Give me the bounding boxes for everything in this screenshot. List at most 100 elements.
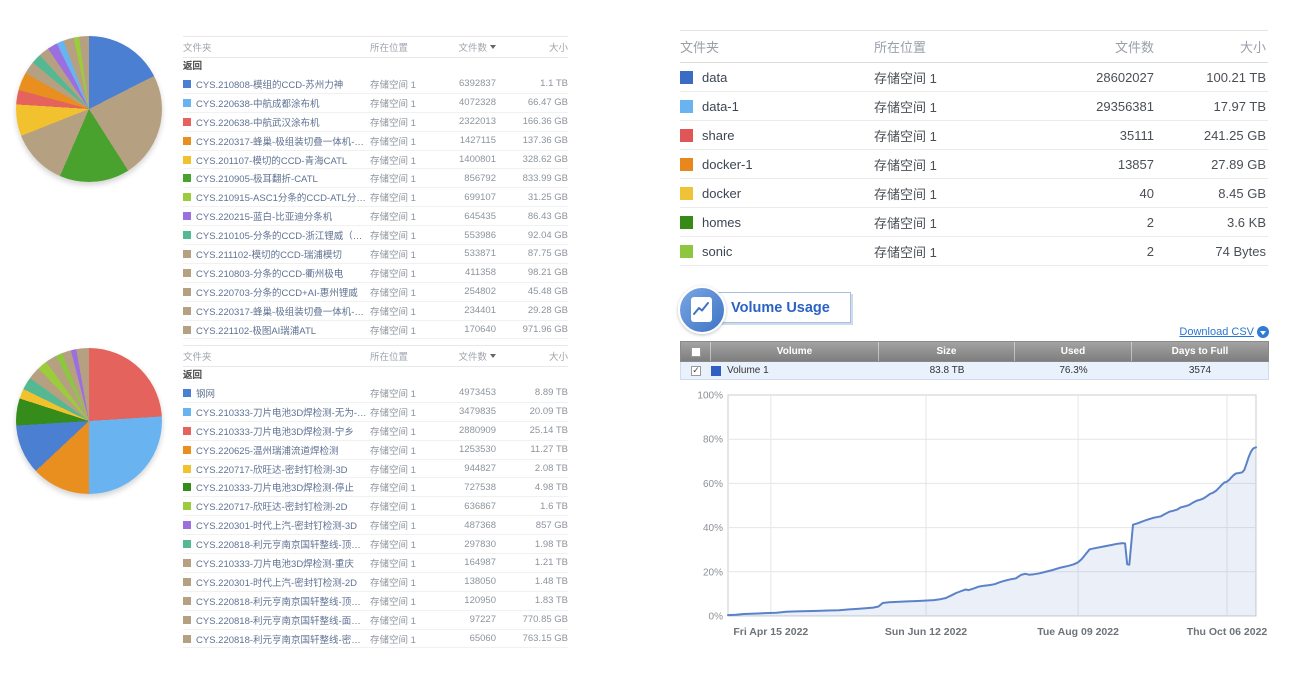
folder-row[interactable]: CYS.220717-欣旺达-密封钉检测-2D 存储空间 1 636867 1.… [183, 497, 568, 516]
column-size[interactable]: 大小 [496, 349, 568, 363]
volume-name: Volume 1 [727, 365, 769, 376]
column-filecount[interactable]: 文件数 [1039, 37, 1154, 56]
column-folder[interactable]: 文件夹 [183, 349, 370, 363]
folder-color-swatch [183, 616, 191, 624]
column-filecount[interactable]: 文件数 [436, 40, 496, 54]
folder-color-swatch [183, 137, 191, 145]
folder-row[interactable]: CYS.210905-极耳翻折-CATL 存储空间 1 856792 833.9… [183, 169, 568, 188]
folder-color-swatch [183, 408, 191, 416]
folder-location: 存储空间 1 [370, 96, 436, 110]
folder-row[interactable]: CYS.220317-蜂巢-极组装切叠一体机-缺陷检测 存储空间 1 14271… [183, 132, 568, 151]
folder-row[interactable]: CYS.210333-刀片电池3D焊检测-重庆 存储空间 1 164987 1.… [183, 554, 568, 573]
select-all-checkbox[interactable] [691, 347, 701, 357]
folder-row[interactable]: CYS.220301-时代上汽-密封钉检测-2D 存储空间 1 138050 1… [183, 573, 568, 592]
folder-location: 存储空间 1 [370, 424, 436, 438]
folder-row[interactable]: CYS.220717-欣旺达-密封钉检测-3D 存储空间 1 944827 2.… [183, 460, 568, 479]
folder-color-swatch [183, 540, 191, 548]
volume-size: 83.8 TB [879, 365, 1015, 376]
shared-folder-row[interactable]: share 存储空间 1 35111 241.25 GB [680, 121, 1268, 150]
folder-filecount: 487368 [436, 520, 496, 531]
folder-row[interactable]: CYS.210803-分条的CCD-衢州极电 存储空间 1 411358 98.… [183, 264, 568, 283]
folder-name: CYS.220638-中航成都涂布机 [196, 96, 370, 110]
folder-size: 328.62 GB [496, 154, 568, 165]
shared-folder-row[interactable]: docker-1 存储空间 1 13857 27.89 GB [680, 150, 1268, 179]
folder-name: CYS.220638-中航武汉涂布机 [196, 115, 370, 129]
folder-table-top-header: 文件夹 所在位置 文件数 大小 [183, 36, 568, 58]
folder-name: CYS.220818-利元亨南京国轩整线-顶盖焊-2D [196, 594, 370, 608]
back-link[interactable]: 返回 [183, 58, 568, 75]
column-volume[interactable]: Volume [711, 342, 879, 361]
folder-filecount: 65060 [436, 633, 496, 644]
volume-usage-chart: 0%20%40%60%80%100%Fri Apr 15 2022Sun Jun… [688, 388, 1270, 646]
folder-row[interactable]: CYS.201107-模切的CCD-青海CATL 存储空间 1 1400801 … [183, 151, 568, 170]
folder-row[interactable]: 钢网 存储空间 1 4973453 8.89 TB [183, 384, 568, 403]
folder-location: 存储空间 1 [874, 213, 1039, 232]
column-location[interactable]: 所在位置 [874, 37, 1039, 56]
folder-row[interactable]: CYS.211102-模切的CCD-瑞浦模切 存储空间 1 533871 87.… [183, 245, 568, 264]
folder-color-swatch [183, 99, 191, 107]
column-folder[interactable]: 文件夹 [680, 37, 874, 56]
folder-row[interactable]: CYS.220317-蜂巢-极组装切叠一体机-点检 存储空间 1 234401 … [183, 302, 568, 321]
shared-folder-row[interactable]: docker 存储空间 1 40 8.45 GB [680, 179, 1268, 208]
column-used[interactable]: Used [1015, 342, 1132, 361]
shared-folder-row[interactable]: data-1 存储空间 1 29356381 17.97 TB [680, 92, 1268, 121]
folder-row[interactable]: CYS.220638-中航武汉涂布机 存储空间 1 2322013 166.36… [183, 113, 568, 132]
shared-folder-row[interactable]: homes 存储空间 1 2 3.6 KB [680, 208, 1268, 237]
shared-folder-row[interactable]: data 存储空间 1 28602027 100.21 TB [680, 63, 1268, 92]
folder-row[interactable]: CYS.220818-利元亨南京国轩整线-密封钉 存储空间 1 65060 76… [183, 630, 568, 649]
volume-days-to-full: 3574 [1132, 365, 1268, 376]
volume-color-swatch [711, 366, 721, 376]
volume-table-header: Volume Size Used Days to Full [680, 341, 1269, 362]
folder-color-swatch [183, 502, 191, 510]
folder-size: 833.99 GB [496, 173, 568, 184]
svg-text:0%: 0% [709, 612, 724, 623]
folder-row[interactable]: CYS.221102-极图AI瑞浦ATL 存储空间 1 170640 971.9… [183, 321, 568, 340]
folder-name: CYS.220818-利元亨南京国轩整线-密封钉 [196, 632, 370, 646]
folder-name: CYS.210105-分条的CCD-浙江锂威（兰溪） [196, 228, 370, 242]
column-days-to-full[interactable]: Days to Full [1132, 342, 1268, 361]
column-location[interactable]: 所在位置 [370, 349, 436, 363]
volume-checkbox[interactable]: ✓ [691, 366, 701, 376]
folder-color-swatch [680, 158, 693, 171]
column-folder[interactable]: 文件夹 [183, 40, 370, 54]
folder-filecount: 170640 [436, 324, 496, 335]
folder-size: 1.6 TB [496, 501, 568, 512]
column-size[interactable]: 大小 [1154, 37, 1268, 56]
folder-color-swatch [680, 129, 693, 142]
folder-filecount: 35111 [1039, 128, 1154, 143]
column-volume-size[interactable]: Size [879, 342, 1015, 361]
column-filecount-label: 文件数 [458, 40, 487, 54]
column-filecount[interactable]: 文件数 [436, 349, 496, 363]
folder-row[interactable]: CYS.210105-分条的CCD-浙江锂威（兰溪） 存储空间 1 553986… [183, 226, 568, 245]
back-link[interactable]: 返回 [183, 367, 568, 384]
folder-filecount: 164987 [436, 557, 496, 568]
folder-row[interactable]: CYS.220301-时代上汽-密封钉检测-3D 存储空间 1 487368 8… [183, 516, 568, 535]
shared-folder-row[interactable]: sonic 存储空间 1 2 74 Bytes [680, 237, 1268, 266]
folder-row[interactable]: CYS.210333-刀片电池3D焊检测-宁乡 存储空间 1 2880909 2… [183, 422, 568, 441]
folder-row[interactable]: CYS.220703-分条的CCD+AI-惠州锂威 存储空间 1 254802 … [183, 283, 568, 302]
folder-row[interactable]: CYS.220638-中航成都涂布机 存储空间 1 4072328 66.47 … [183, 94, 568, 113]
folder-color-swatch [183, 559, 191, 567]
folder-row[interactable]: CYS.220625-温州瑞浦流道焊检测 存储空间 1 1253530 11.2… [183, 441, 568, 460]
folder-filecount: 2 [1039, 215, 1154, 230]
folder-location: 存储空间 1 [370, 632, 436, 646]
folder-row[interactable]: CYS.220818-利元亨南京国轩整线-顶盖焊-3D 存储空间 1 29783… [183, 535, 568, 554]
svg-text:80%: 80% [703, 435, 723, 446]
folder-row[interactable]: CYS.210915-ASC1分条的CCD-ATL分条机 存储空间 1 6991… [183, 188, 568, 207]
folder-name: share [702, 128, 874, 143]
folder-row[interactable]: CYS.210808-模组的CCD-苏州力神 存储空间 1 6392837 1.… [183, 75, 568, 94]
column-size[interactable]: 大小 [496, 40, 568, 54]
folder-row[interactable]: CYS.210333-刀片电池3D焊检测-无为-2期 存储空间 1 347983… [183, 403, 568, 422]
volume-row[interactable]: ✓ Volume 1 83.8 TB 76.3% 3574 [680, 362, 1269, 380]
folder-row[interactable]: CYS.220818-利元亨南京国轩整线-面板激光焊接-... 存储空间 1 9… [183, 611, 568, 630]
download-csv-link[interactable]: Download CSV [1179, 326, 1269, 338]
folder-row[interactable]: CYS.220215-蓝白-比亚迪分条机 存储空间 1 645435 86.43… [183, 207, 568, 226]
folder-size: 31.25 GB [496, 192, 568, 203]
folder-size: 763.15 GB [496, 633, 568, 644]
folder-name: CYS.220818-利元亨南京国轩整线-面板激光焊接-... [196, 613, 370, 627]
folder-row[interactable]: CYS.220818-利元亨南京国轩整线-顶盖焊-2D 存储空间 1 12095… [183, 592, 568, 611]
folder-color-swatch [183, 174, 191, 182]
column-location[interactable]: 所在位置 [370, 40, 436, 54]
folder-color-swatch [183, 483, 191, 491]
folder-row[interactable]: CYS.210333-刀片电池3D焊检测-停止 存储空间 1 727538 4.… [183, 478, 568, 497]
